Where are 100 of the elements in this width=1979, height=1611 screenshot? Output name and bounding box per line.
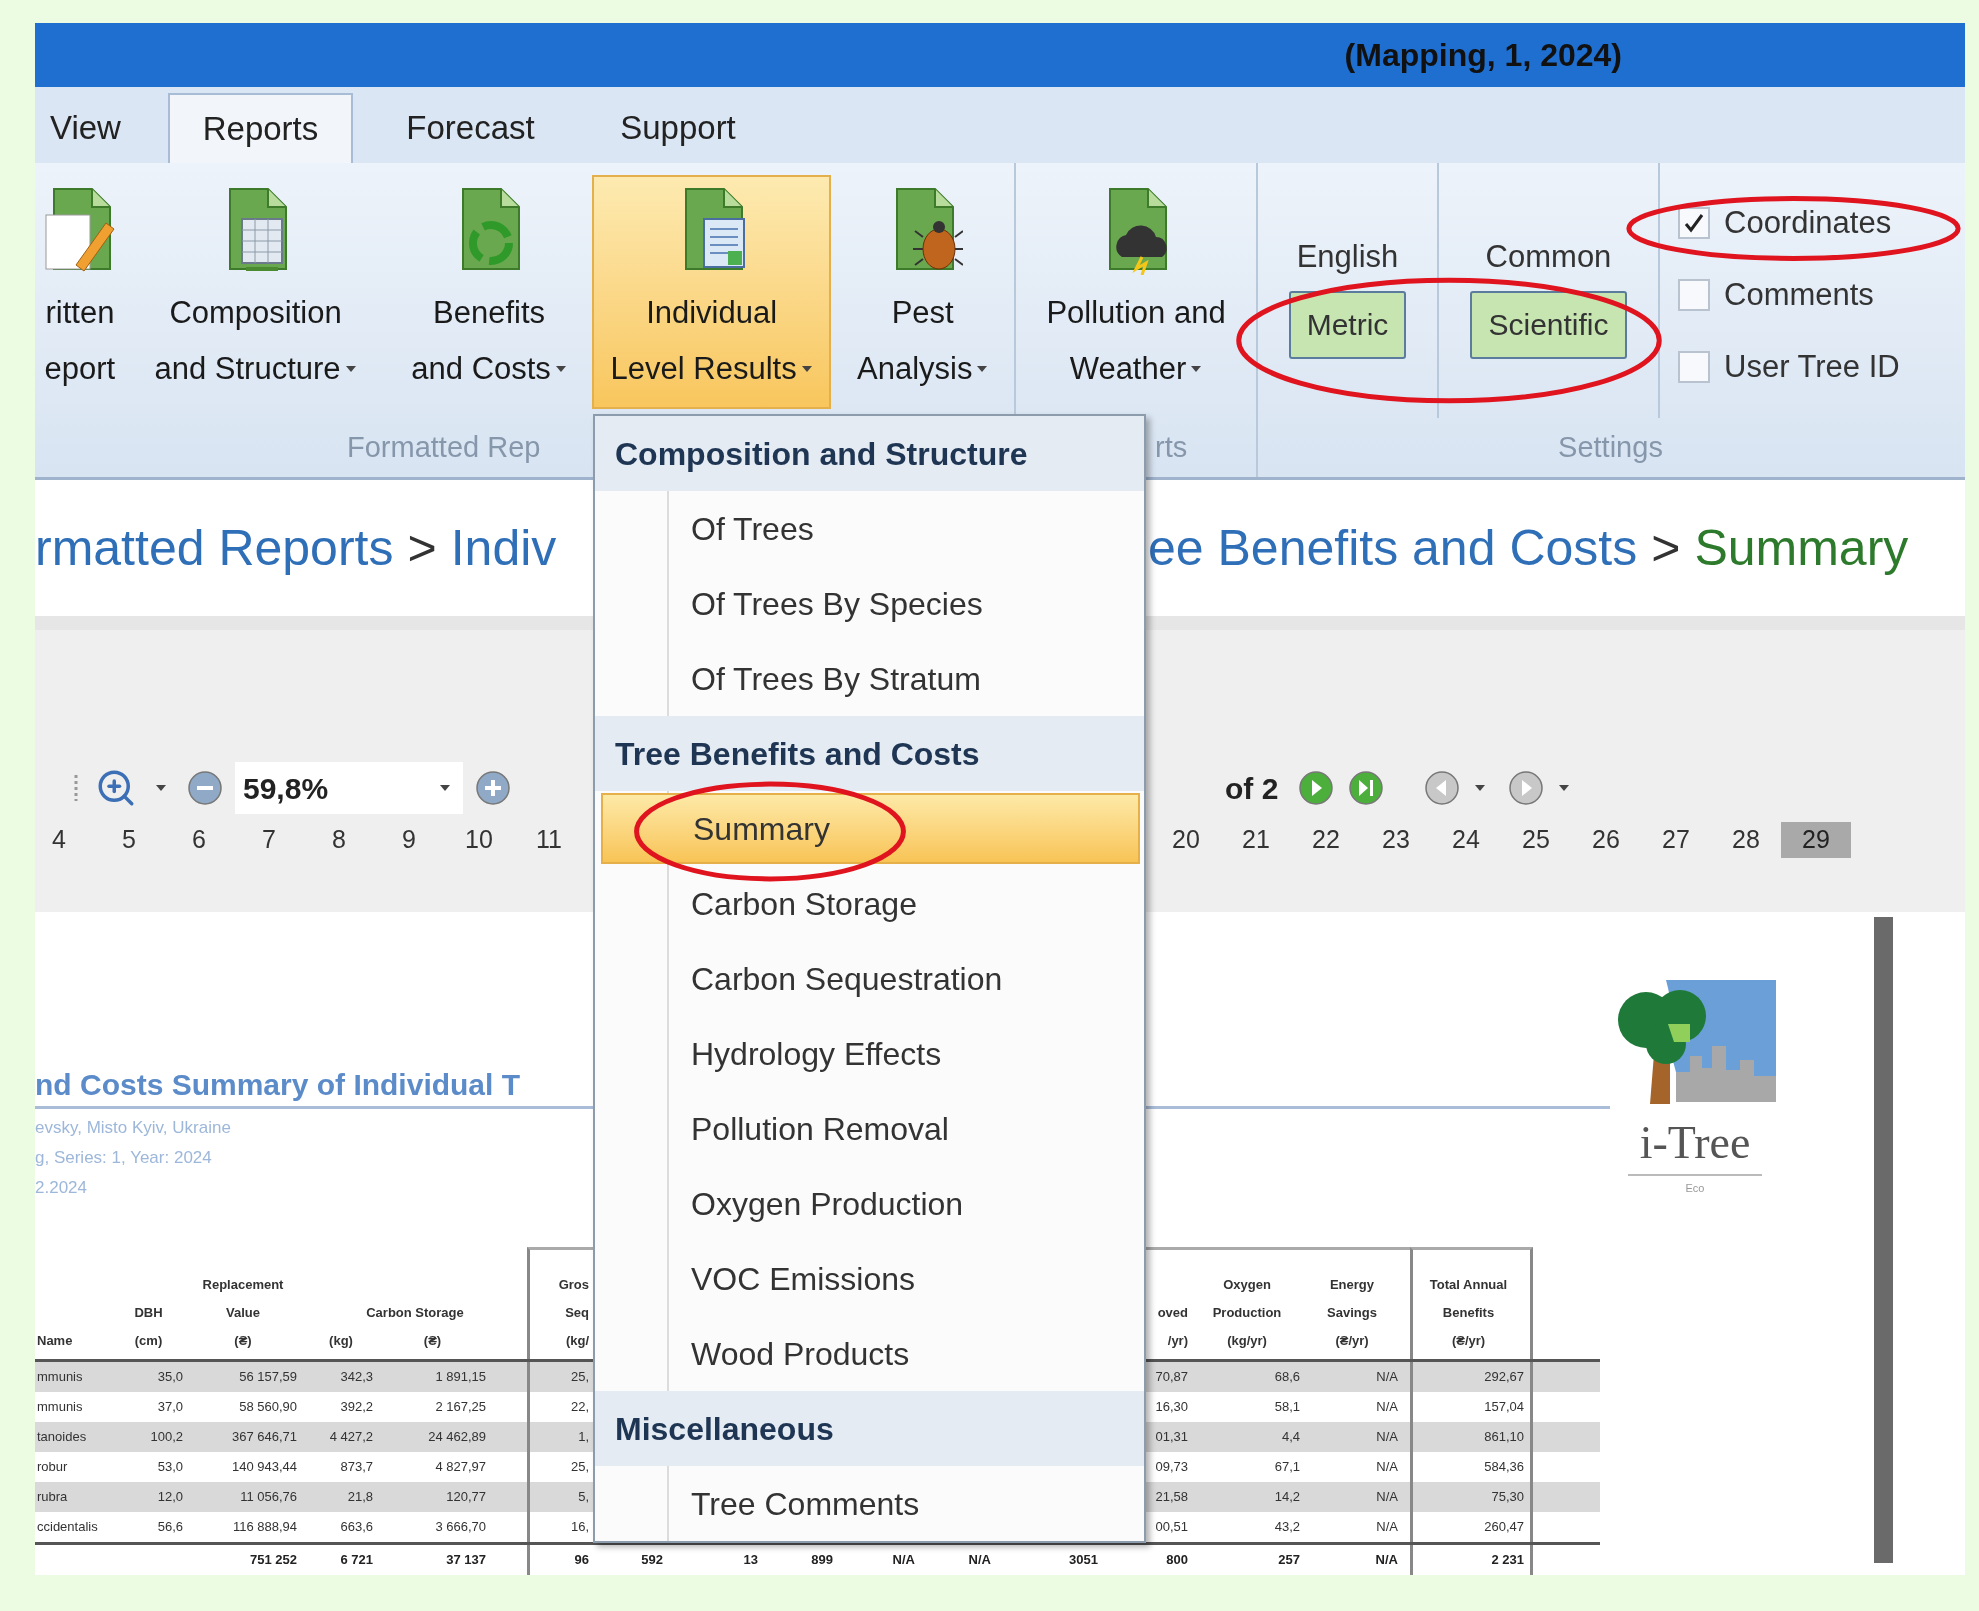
page-number[interactable]: 7 [234,822,304,859]
table-cell-text: 292,67 [1484,1368,1524,1387]
scrollbar[interactable] [1874,917,1893,1563]
page-number[interactable]: 5 [94,822,164,859]
table-cell-text: 584,36 [1484,1458,1524,1477]
logo-subtext: Eco [1685,1181,1705,1196]
column-header: (cm) [134,1332,163,1350]
table-cell-text: 70,87 [1155,1368,1188,1387]
table-cell-text: 68,6 [1274,1368,1300,1387]
table-cell-text: 663,6 [340,1518,373,1537]
menu-item[interactable]: Summary [601,793,1140,864]
page-number[interactable]: 29 [1781,822,1851,859]
page-count: of 2 [1225,770,1279,807]
ribbon-button[interactable]: Composition and Structure [124,175,387,409]
page-number[interactable]: 11 [514,822,584,859]
table-cell-text: robur [37,1458,68,1477]
column-header: DBH [134,1304,163,1322]
table-cell-text: 4 827,97 [435,1458,486,1477]
table-cell-text: 120,77 [446,1488,486,1507]
ribbon-button[interactable]: Benefits and Costs [386,175,592,409]
last-page-icon[interactable] [1348,770,1385,807]
page-number[interactable]: 28 [1711,822,1781,859]
page-number[interactable]: 8 [304,822,374,859]
table-cell-text: N/A [1376,1518,1398,1537]
menu-item[interactable]: Hydrology Effects [601,1018,1140,1089]
breadcrumb-link[interactable]: Indiv [450,510,557,586]
page-number[interactable]: 27 [1641,822,1711,859]
ribbon-button[interactable]: ritten eport [35,175,125,409]
menu-item[interactable]: Tree Comments [601,1468,1140,1539]
total-cell-text: 13 [743,1551,758,1570]
ribbon-button[interactable]: Pest Analysis [831,175,1014,409]
toggle-button[interactable]: Metric [1288,291,1407,359]
table-cell-text: mmunis [37,1398,83,1417]
breadcrumb-link[interactable]: ee Benefits and Costs [1148,510,1638,586]
ribbon-button[interactable]: Pollution and Weather [1016,175,1256,409]
zoom-in-circle-icon[interactable] [475,770,511,807]
ribbon-tab[interactable]: Forecast [353,93,588,163]
menu-heading: Tree Benefits and Costs [615,734,980,774]
table-cell-text: 16,30 [1155,1398,1188,1417]
column-header: oved [1157,1304,1188,1322]
column-header: Oxygen [1223,1276,1271,1294]
column-header: (kg/ [565,1332,589,1350]
page-number[interactable]: 22 [1291,822,1361,859]
table-cell-text: ccidentalis [37,1518,98,1537]
ribbon-button[interactable]: Individual Level Results [591,175,832,409]
zoom-out-icon[interactable] [187,770,223,807]
page-number[interactable]: 23 [1361,822,1431,859]
menu-item[interactable]: Carbon Sequestration [601,943,1140,1014]
table-cell-text: 2 167,25 [435,1398,486,1417]
menu-item[interactable]: Of Trees By Stratum [601,643,1140,714]
menu-item[interactable]: Oxygen Production [601,1168,1140,1239]
page-number[interactable]: 24 [1431,822,1501,859]
total-cell-text: 592 [641,1551,663,1570]
table-cell-text: 56 157,59 [239,1368,297,1387]
total-cell-text: 800 [1166,1551,1188,1570]
column-header: Name [37,1332,73,1350]
table-cell-text: 24 462,89 [428,1428,486,1447]
column-header: (₴/yr) [1451,1332,1486,1350]
total-cell-text: 257 [1278,1551,1300,1570]
menu-item[interactable]: Of Trees By Species [601,568,1140,639]
ribbon-tab[interactable]: View [35,93,168,163]
breadcrumb-separator: > [1651,518,1681,578]
table-cell-text: 25, [570,1368,589,1387]
ribbon-tab[interactable]: Reports [168,93,353,163]
page-number[interactable]: 9 [374,822,444,859]
column-header: Carbon Storage [365,1304,465,1322]
next-page-icon[interactable] [1298,770,1335,807]
page-number[interactable]: 4 [24,822,94,859]
checkbox[interactable] [1678,207,1710,239]
grip-icon [73,773,79,804]
toggle-button[interactable]: Scientific [1470,291,1627,359]
breadcrumb-link[interactable]: Summary [1694,510,1909,586]
table-cell-text: 116 888,94 [232,1518,297,1537]
column-header: Total Annual [1429,1276,1508,1294]
menu-heading: Composition and Structure [615,434,1028,474]
forward-icon[interactable] [1508,770,1545,807]
table-cell-text: mmunis [37,1368,83,1387]
menu-item[interactable]: VOC Emissions [601,1243,1140,1314]
page-number[interactable]: 25 [1501,822,1571,859]
menu-item[interactable]: Carbon Storage [601,868,1140,939]
table-cell-text: 25, [570,1458,589,1477]
ribbon-tab[interactable]: Support [588,93,768,163]
menu-item[interactable]: Of Trees [601,493,1140,564]
breadcrumb-link[interactable]: rmatted Reports [35,510,394,586]
menu-item[interactable]: Wood Products [601,1318,1140,1389]
caret-icon [1474,784,1487,793]
page-number[interactable]: 21 [1221,822,1291,859]
table-cell-text: N/A [1376,1398,1398,1417]
page-number[interactable]: 6 [164,822,234,859]
checkbox[interactable] [1678,279,1710,311]
column-header: Savings [1327,1304,1377,1322]
page-number[interactable]: 26 [1571,822,1641,859]
checkbox[interactable] [1678,351,1710,383]
back-icon[interactable] [1424,770,1461,807]
table-cell-text: 09,73 [1155,1458,1188,1477]
zoom-field[interactable]: 59,8% [235,762,463,815]
page-number[interactable]: 10 [444,822,514,859]
menu-item[interactable]: Pollution Removal [601,1093,1140,1164]
page-number[interactable]: 20 [1151,822,1221,859]
table-cell-text: 342,3 [340,1368,373,1387]
